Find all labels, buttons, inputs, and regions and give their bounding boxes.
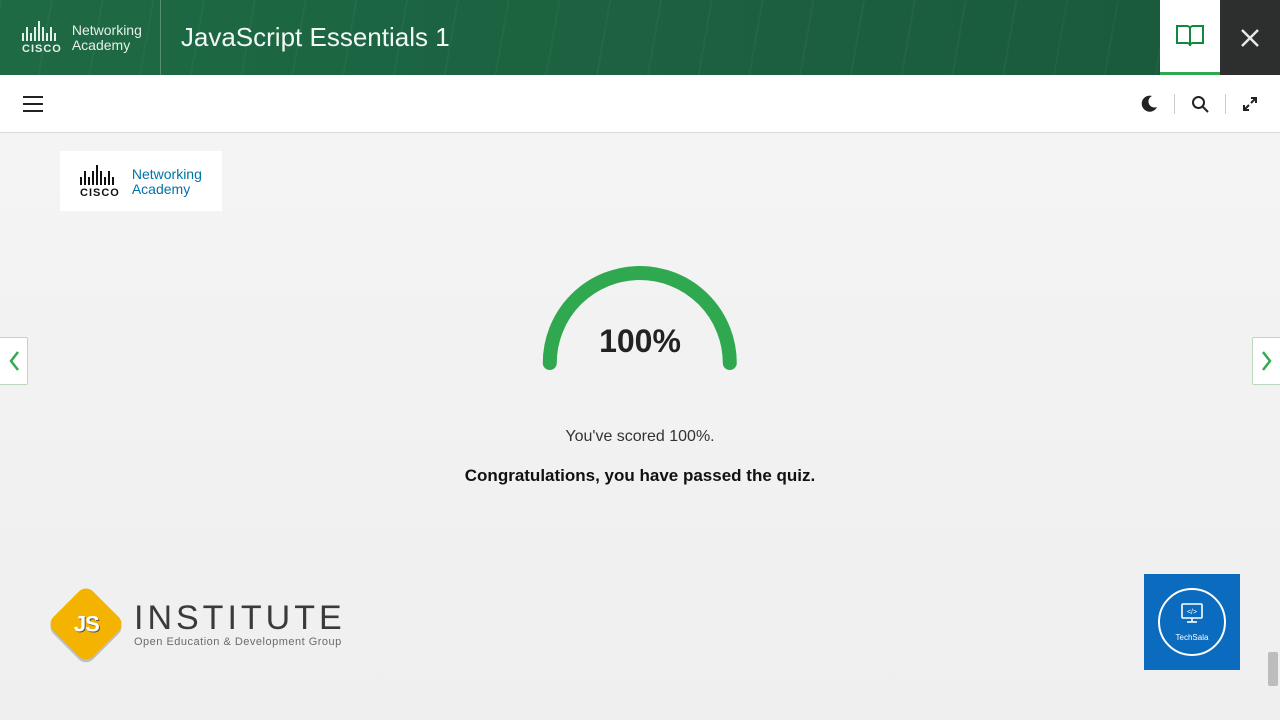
menu-button[interactable] — [22, 95, 44, 113]
scrollbar[interactable] — [1268, 133, 1278, 720]
brand-line2: Academy — [132, 182, 202, 197]
toolbar-divider — [1225, 94, 1226, 114]
js-badge-icon: JS — [46, 584, 125, 663]
brand-line1: Networking — [132, 167, 202, 182]
course-title: JavaScript Essentials 1 — [161, 22, 450, 53]
content-brand-logo: CISCO Networking Academy — [60, 151, 222, 211]
app-header: CISCO Networking Academy JavaScript Esse… — [0, 0, 1280, 75]
close-icon — [1239, 27, 1261, 49]
score-line: You've scored 100%. — [465, 428, 815, 446]
watermark-circle: </> TechSala — [1158, 588, 1226, 656]
cisco-bars-icon — [80, 165, 120, 185]
brand-word: CISCO — [80, 187, 120, 199]
search-icon — [1191, 95, 1209, 113]
institute-name: INSTITUTE — [134, 601, 346, 635]
score-panel: 100% You've scored 100%. Congratulations… — [465, 243, 815, 486]
moon-icon — [1140, 95, 1158, 113]
cisco-logo-mark: CISCO — [80, 165, 120, 199]
toolbar-divider — [1174, 94, 1175, 114]
watermark-label: TechSala — [1176, 633, 1209, 642]
close-button[interactable] — [1220, 0, 1280, 75]
score-value: 100% — [465, 323, 815, 360]
institute-tagline: Open Education & Development Group — [134, 637, 346, 648]
cisco-bars-icon — [22, 21, 62, 41]
congrats-text: Congratulations, you have passed the qui… — [465, 466, 815, 486]
reader-mode-button[interactable] — [1160, 0, 1220, 75]
dark-mode-button[interactable] — [1140, 95, 1158, 113]
brand-text: Networking Academy — [72, 23, 142, 52]
prev-page-button[interactable] — [0, 337, 28, 385]
computer-icon: </> — [1179, 602, 1205, 628]
fullscreen-button[interactable] — [1242, 96, 1258, 112]
brand-line2: Academy — [72, 38, 142, 53]
channel-watermark: </> TechSala — [1144, 574, 1240, 670]
svg-text:</>: </> — [1187, 609, 1197, 616]
brand-line1: Networking — [72, 23, 142, 38]
institute-logo: JS INSTITUTE Open Education & Developmen… — [58, 596, 346, 652]
header-actions — [1160, 0, 1280, 75]
search-button[interactable] — [1191, 95, 1209, 113]
brand-logo: CISCO Networking Academy — [0, 0, 161, 75]
book-open-icon — [1175, 23, 1205, 49]
content-area: CISCO Networking Academy 100% You've sco… — [0, 133, 1280, 720]
chevron-left-icon — [7, 349, 21, 373]
js-badge-letters: JS — [74, 611, 99, 637]
brand-academy-text: Networking Academy — [132, 167, 202, 198]
secondary-toolbar — [0, 75, 1280, 133]
cisco-logo-mark: CISCO — [22, 21, 62, 55]
brand-word: CISCO — [22, 43, 62, 55]
institute-text: INSTITUTE Open Education & Development G… — [134, 601, 346, 648]
hamburger-icon — [22, 95, 44, 113]
expand-icon — [1242, 96, 1258, 112]
scrollbar-thumb[interactable] — [1268, 652, 1278, 686]
